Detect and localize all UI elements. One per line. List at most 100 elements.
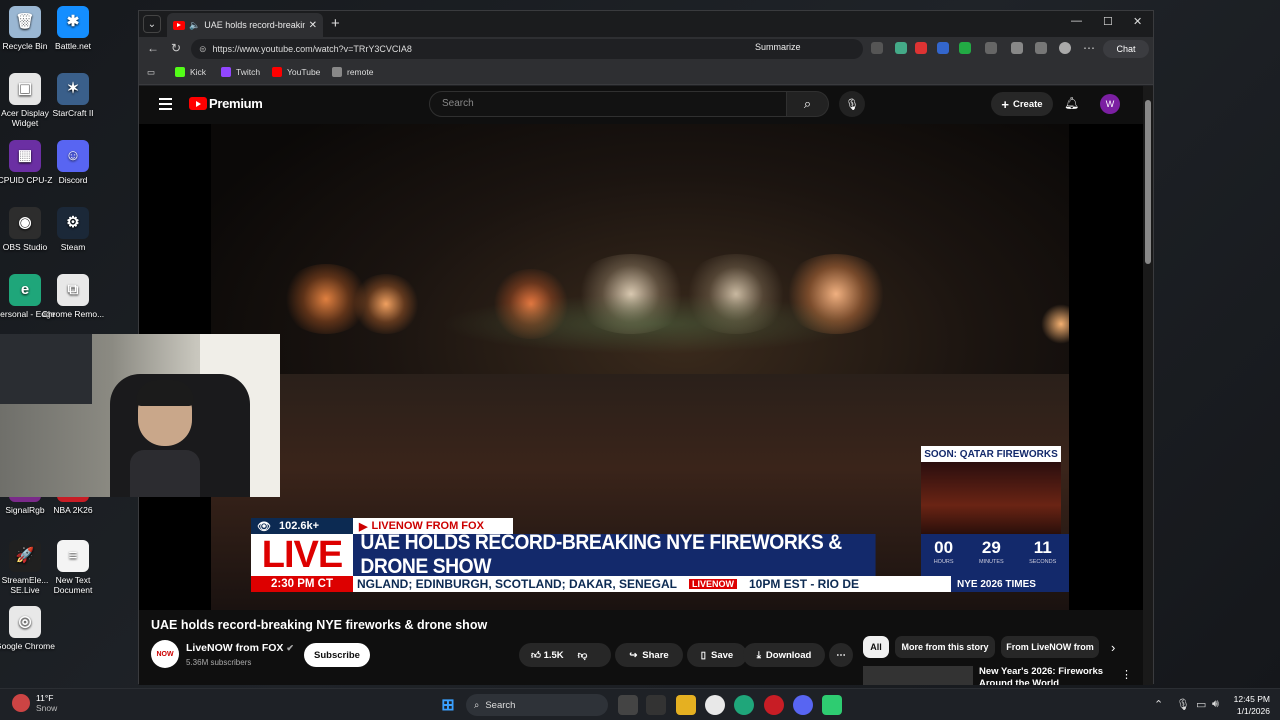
chevron-right-icon[interactable]: › [1111,640,1115,655]
voice-search-button[interactable]: 🎙 [839,91,865,117]
new-tab-button[interactable]: + [331,15,340,32]
chat-label: Chat [1116,44,1136,54]
viewer-count: 👁 102.6k+ [251,518,353,534]
copilot-chat-button[interactable]: Chat [1103,40,1149,58]
starcraft-icon: ✶ [57,73,89,105]
bookmark-twitch[interactable]: Twitch [221,67,260,77]
menu-icon[interactable] [159,98,172,113]
extension-icon[interactable] [895,42,907,54]
display-tray-icon[interactable]: ▭ [1196,698,1206,711]
system-clock[interactable]: 12:45 PM 1/1/2026 [1230,693,1270,717]
url-text: https://www.youtube.com/watch?v=TRrY3CVC… [212,44,412,54]
video-player[interactable]: SOON: QATAR FIREWORKS 👁 102.6k+ ▶ LIVENOW … [139,124,1143,610]
livenow-logo: LIVENOW [689,579,737,589]
minimize-button[interactable]: — [1071,15,1082,27]
youtube-icon [272,67,282,77]
recommended-title[interactable]: New Year's 2026: Fireworks Around the Wo… [979,666,1109,685]
extension-icon[interactable] [985,42,997,54]
channel-name[interactable]: LiveNOW from FOX ✔ [186,642,294,654]
dislike-button[interactable]: 👎︎ [578,649,588,661]
collections-icon[interactable] [1035,42,1047,54]
bookmark-remote[interactable]: remote [332,67,373,77]
extension-icon[interactable] [871,42,883,54]
download-button[interactable]: ⤓ Download [743,643,825,667]
page-scrollbar[interactable] [1143,86,1153,685]
thumbs-down-icon: 👎︎ [577,650,588,661]
search-icon: ⌕ [474,699,480,711]
notifications-bell-icon[interactable]: 🔔︎ [1064,96,1079,110]
site-info-icon[interactable]: ⊜ [199,44,207,55]
news-lower-third: 👁 102.6k+ ▶ LIVENOW FROM FOX LIVE UAE HOLD… [251,518,1069,592]
chrome-taskbar-icon[interactable] [705,695,725,715]
share-button[interactable]: ↪ Share [615,643,683,667]
account-avatar[interactable]: W [1100,94,1120,114]
like-dislike-group: 👍︎ 1.5K 👎︎ [519,643,611,667]
extension-icon[interactable] [915,42,927,54]
search-input[interactable]: Search [429,91,787,117]
chip-from-channel[interactable]: From LiveNOW from [1001,636,1099,658]
start-icon[interactable]: ⊞ [438,695,458,715]
maximize-button[interactable]: ☐ [1103,15,1113,28]
file-explorer-icon[interactable] [676,695,696,715]
create-button[interactable]: + Create [991,92,1053,116]
share-icon: ↪ [629,649,638,661]
profile-icon[interactable] [1059,42,1071,54]
summarize-button[interactable]: Summarize [755,42,801,52]
bookmarks-menu-icon[interactable]: ▭ [147,67,155,78]
save-button[interactable]: ▯ Save [687,643,747,667]
discord-taskbar-icon[interactable] [793,695,813,715]
subscribe-button[interactable]: Subscribe [304,643,370,667]
edge-taskbar-icon[interactable] [734,695,754,715]
close-window-button[interactable]: ✕ [1133,15,1142,28]
channel-avatar[interactable]: NOW [151,640,179,668]
more-actions-button[interactable]: ⋯ [829,643,853,667]
chip-more-from-story[interactable]: More from this story [895,636,995,658]
back-button[interactable]: ← [147,41,159,55]
like-button[interactable]: 👍︎ 1.5K [531,649,564,661]
desktop-icon[interactable]: ☺ Discord [40,140,106,185]
task-view-icon[interactable] [618,695,638,715]
obs-icon: ◉ [9,207,41,239]
download-icon: ⤓ [756,649,761,661]
microphone-tray-icon[interactable]: 🎙 [1176,698,1190,711]
microphone-icon: 🎙 [845,98,859,111]
live-label: LIVE [251,534,353,576]
refresh-button[interactable]: ↻ [171,41,181,55]
desktop-icon[interactable]: ✱ Battle.net [40,6,106,51]
desktop-icon[interactable]: ≡ New Text Document [40,540,106,595]
recommended-menu-icon[interactable]: ⋮ [1121,668,1132,681]
audio-playing-icon[interactable]: 🔈 [189,20,200,31]
taskbar-search[interactable]: ⌕ Search [466,694,608,716]
recommended-thumbnail[interactable] [863,666,973,685]
countdown-minutes: 29 MINUTES [978,538,1004,565]
extension-icon[interactable] [937,42,949,54]
widgets-icon[interactable] [646,695,666,715]
clock-date: 1/1/2026 [1236,706,1270,716]
desktop-icon[interactable]: ⚙ Steam [40,207,106,252]
search-button[interactable]: ⌕ [787,91,829,117]
volume-tray-icon[interactable]: 🔊︎ [1212,698,1219,711]
weather-widget[interactable]: 11°F Snow [12,693,57,713]
tab-close-icon[interactable]: ✕ [309,20,317,31]
desktop-icon[interactable]: ⧉ Chrome Remo... [40,274,106,319]
opera-taskbar-icon[interactable] [764,695,784,715]
thumbs-up-icon: 👍︎ [531,650,541,661]
extension-icon[interactable] [959,42,971,54]
tray-chevron-icon[interactable]: ⌃ [1154,698,1163,711]
taskbar: 11°F Snow ⊞ ⌕ Search ⌃ 🎙 ▭ 🔊︎ 12:45 PM 1/1… [0,688,1280,720]
favorites-icon[interactable] [1011,42,1023,54]
tab-list-button[interactable]: ⌄ [143,15,161,33]
bookmark-kick[interactable]: Kick [175,67,206,77]
weather-temp: 11°F [36,693,54,703]
youtube-logo[interactable]: Premium [189,96,263,111]
desktop-icon[interactable]: ◎ Google Chrome [0,606,58,651]
desktop-icon-label: Discord [58,175,88,185]
bookmark-youtube[interactable]: YouTube [272,67,320,77]
chip-all[interactable]: All [863,636,889,658]
desktop-icon[interactable]: ✶ StarCraft II [40,73,106,118]
app-taskbar-icon[interactable] [822,695,842,715]
more-menu-icon[interactable]: ⋯ [1083,41,1095,55]
webcam-overlay [0,334,280,497]
scrollbar-thumb[interactable] [1145,100,1151,264]
active-tab[interactable]: 🔈 UAE holds record-breaking N ✕ [167,13,323,37]
